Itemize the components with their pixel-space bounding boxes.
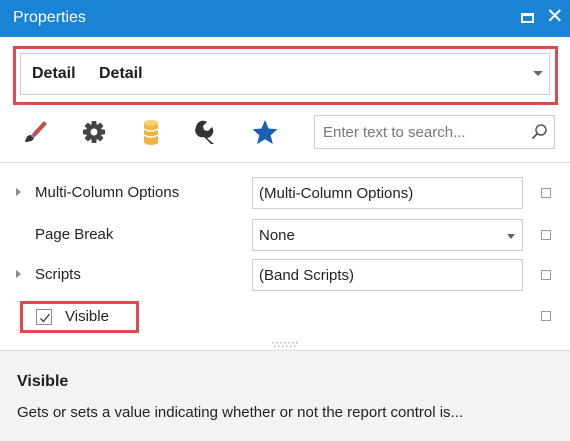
property-value-editor[interactable]: (Band Scripts)	[252, 259, 523, 291]
property-marker[interactable]	[541, 230, 551, 240]
description-text: Gets or sets a value indicating whether …	[17, 404, 464, 421]
maximize-icon[interactable]	[521, 13, 534, 23]
search-box[interactable]	[314, 115, 555, 149]
close-icon[interactable]: ✕	[546, 5, 564, 29]
property-value: (Band Scripts)	[259, 267, 355, 284]
selector-type: Detail	[99, 65, 143, 82]
visible-label: Visible	[65, 308, 109, 325]
selector-name: Detail	[32, 65, 76, 82]
property-value: (Multi-Column Options)	[259, 185, 414, 202]
chevron-down-icon[interactable]	[507, 234, 515, 239]
description-panel: Visible Gets or sets a value indicating …	[0, 350, 570, 441]
property-row-page-break: Page Break None	[0, 215, 570, 255]
property-marker[interactable]	[541, 188, 551, 198]
expand-arrow-icon[interactable]	[16, 188, 21, 196]
toolbar-divider	[0, 162, 570, 163]
property-name: Page Break	[35, 226, 114, 243]
tab-behavior[interactable]	[79, 117, 109, 147]
checkmark-icon	[40, 313, 51, 323]
tab-design[interactable]	[190, 117, 220, 147]
property-marker[interactable]	[541, 311, 551, 321]
splitter-grip-icon[interactable]	[268, 341, 302, 349]
page-break-dropdown[interactable]: None	[252, 219, 523, 251]
title-bar: Properties ✕	[0, 0, 570, 37]
search-icon[interactable]	[529, 122, 549, 142]
gear-icon	[83, 121, 105, 143]
database-icon	[143, 120, 159, 145]
wrench-icon	[195, 120, 214, 144]
chevron-down-icon[interactable]	[533, 71, 543, 76]
object-selector[interactable]: Detail Detail	[20, 53, 550, 95]
tab-data[interactable]	[136, 117, 166, 147]
property-name: Multi-Column Options	[35, 184, 180, 201]
property-name: Scripts	[35, 266, 81, 283]
tab-favorites[interactable]	[250, 117, 280, 147]
brush-icon	[25, 121, 47, 142]
tab-appearance[interactable]	[20, 117, 50, 147]
visible-checkbox[interactable]	[36, 309, 52, 325]
star-icon	[252, 120, 278, 144]
property-marker[interactable]	[541, 270, 551, 280]
search-input[interactable]	[315, 116, 520, 148]
property-row-multi-column-options: Multi-Column Options (Multi-Column Optio…	[0, 173, 570, 213]
property-value: None	[259, 227, 295, 244]
description-title: Visible	[17, 373, 69, 390]
property-value-editor[interactable]: (Multi-Column Options)	[252, 177, 523, 209]
window-title: Properties	[13, 9, 86, 26]
properties-panel: Properties ✕ Detail Detail Enter text to…	[0, 0, 570, 441]
expand-arrow-icon[interactable]	[16, 270, 21, 278]
property-row-scripts: Scripts (Band Scripts)	[0, 255, 570, 295]
